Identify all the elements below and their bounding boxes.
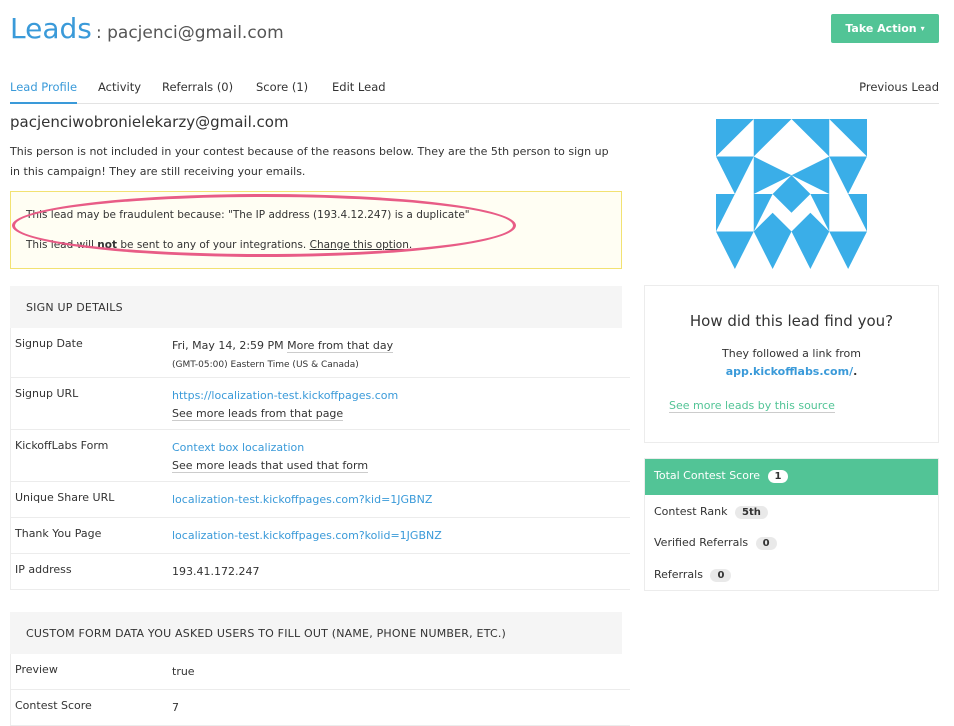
table-row: Thank You Page localization-test.kickoff… bbox=[10, 518, 630, 554]
table-row: Unique Share URL localization-test.kicko… bbox=[10, 482, 630, 518]
more-from-day-link[interactable]: More from that day bbox=[287, 339, 394, 353]
more-leads-source-link[interactable]: See more leads by this source bbox=[669, 399, 835, 413]
lead-source-card: How did this lead find you? They followe… bbox=[644, 285, 939, 443]
table-row: Signup URL https://localization-test.kic… bbox=[10, 378, 630, 430]
page-subtitle: : pacjenci@gmail.com bbox=[96, 23, 284, 43]
row-value: Fri, May 14, 2:59 PM More from that day … bbox=[172, 337, 394, 374]
contest-score-label: Total Contest Score bbox=[654, 469, 760, 482]
alert-text: . bbox=[408, 239, 413, 251]
take-action-label: Take Action bbox=[845, 22, 917, 35]
row-key: IP address bbox=[15, 563, 72, 576]
tab-score[interactable]: Score (1) bbox=[256, 80, 308, 104]
signup-details-heading: SIGN UP DETAILS bbox=[10, 286, 622, 328]
lead-source-text: They followed a link from bbox=[722, 347, 861, 360]
fraud-alert-integration: This lead will not be sent to any of you… bbox=[26, 239, 412, 251]
tab-referrals[interactable]: Referrals (0) bbox=[162, 80, 233, 104]
thank-you-link[interactable]: localization-test.kickoffpages.com?kolid… bbox=[172, 527, 442, 545]
take-action-button[interactable]: Take Action ▾ bbox=[831, 14, 939, 43]
more-leads-form-link[interactable]: See more leads that used that form bbox=[172, 459, 369, 473]
referrals: Referrals 0 bbox=[654, 568, 732, 582]
contest-rank: Contest Rank 5th bbox=[654, 505, 768, 519]
verified-referrals: Verified Referrals 0 bbox=[654, 536, 777, 550]
lead-source-line: app.kickofflabs.com/. bbox=[645, 365, 938, 378]
row-key: Unique Share URL bbox=[15, 491, 115, 504]
avatar bbox=[716, 119, 867, 269]
ip-address: 193.41.172.247 bbox=[172, 565, 260, 578]
contest-rank-badge: 5th bbox=[735, 506, 768, 519]
row-key: Signup URL bbox=[15, 387, 79, 400]
table-row: KickoffLabs Form Context box localizatio… bbox=[10, 430, 630, 482]
row-key: KickoffLabs Form bbox=[15, 439, 109, 452]
signup-url-link[interactable]: https://localization-test.kickoffpages.c… bbox=[172, 389, 398, 402]
row-value: 7 bbox=[172, 701, 179, 714]
page-title: Leads bbox=[10, 12, 92, 45]
fraud-alert-reason: This lead may be fraudulent because: "Th… bbox=[26, 209, 470, 221]
referrals-badge: 0 bbox=[710, 569, 732, 582]
tab-bar: Lead Profile Activity Referrals (0) Scor… bbox=[10, 80, 939, 104]
tab-lead-profile[interactable]: Lead Profile bbox=[10, 80, 78, 104]
contest-rank-label: Contest Rank bbox=[654, 505, 728, 518]
contest-score-header: Total Contest Score 1 bbox=[645, 459, 938, 495]
row-key: Preview bbox=[15, 663, 58, 676]
lead-description: This person is not included in your cont… bbox=[10, 145, 609, 178]
row-value: true bbox=[172, 665, 195, 678]
table-row: Contest Score 7 bbox=[10, 690, 630, 726]
contest-score-badge: 1 bbox=[767, 470, 789, 483]
verified-referrals-badge: 0 bbox=[755, 537, 777, 550]
fraud-alert: This lead may be fraudulent because: "Th… bbox=[10, 191, 622, 269]
previous-lead-link[interactable]: Previous Lead bbox=[859, 80, 939, 94]
alert-text: be sent to any of your integrations. bbox=[117, 239, 310, 251]
lead-source-suffix: . bbox=[853, 365, 858, 378]
chevron-down-icon: ▾ bbox=[920, 24, 925, 33]
tab-edit-lead[interactable]: Edit Lead bbox=[332, 80, 386, 104]
verified-referrals-label: Verified Referrals bbox=[654, 536, 749, 549]
row-key: Thank You Page bbox=[15, 527, 102, 540]
alert-bold: not bbox=[97, 239, 118, 251]
lead-email: pacjenciwobronielekarzy@gmail.com bbox=[10, 113, 289, 131]
custom-data-heading: CUSTOM FORM DATA YOU ASKED USERS TO FILL… bbox=[10, 612, 622, 654]
row-key: Contest Score bbox=[15, 699, 92, 712]
table-row: Signup Date Fri, May 14, 2:59 PM More fr… bbox=[10, 328, 630, 378]
timezone: (GMT-05:00) Eastern Time (US & Canada) bbox=[172, 360, 359, 370]
signup-date: Fri, May 14, 2:59 PM bbox=[172, 339, 284, 352]
more-leads-page-link[interactable]: See more leads from that page bbox=[172, 407, 344, 421]
share-url-link[interactable]: localization-test.kickoffpages.com?kid=1… bbox=[172, 491, 432, 509]
row-key: Signup Date bbox=[15, 337, 83, 350]
form-link[interactable]: Context box localization bbox=[172, 441, 304, 454]
change-option-link[interactable]: Change this option bbox=[310, 239, 409, 251]
lead-source-title: How did this lead find you? bbox=[689, 312, 894, 330]
alert-text: This lead will bbox=[26, 239, 98, 251]
row-value: Context box localization See more leads … bbox=[172, 439, 369, 475]
lead-source-link[interactable]: app.kickofflabs.com/ bbox=[726, 365, 853, 378]
tab-activity[interactable]: Activity bbox=[98, 80, 141, 104]
contest-score-card: Total Contest Score 1 Contest Rank 5th V… bbox=[644, 458, 939, 591]
table-row: Preview true bbox=[10, 654, 630, 690]
row-value: https://localization-test.kickoffpages.c… bbox=[172, 387, 398, 423]
referrals-label: Referrals bbox=[654, 568, 703, 581]
table-row: IP address 193.41.172.247 bbox=[10, 554, 630, 590]
